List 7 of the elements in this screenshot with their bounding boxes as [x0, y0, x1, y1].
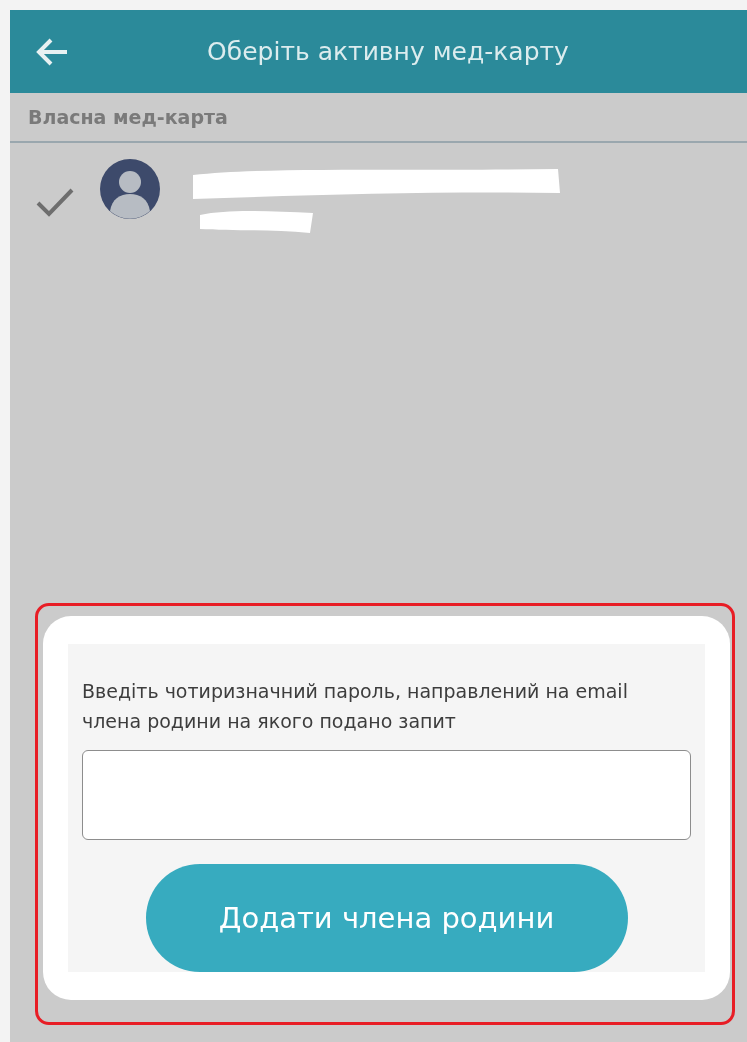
- password-field[interactable]: [82, 750, 691, 840]
- section-title: Власна мед-карта: [28, 106, 228, 128]
- prompt-text: Введіть чотиризначний пароль, направлений на email члена родини на якого подано запит: [82, 679, 629, 734]
- add-family-member-button[interactable]: Додати члена родини: [145, 864, 628, 972]
- back-arrow-icon[interactable]: [35, 36, 69, 67]
- screen-title: Оберіть активну мед-карту: [206, 37, 570, 66]
- avatar-icon: [100, 159, 160, 219]
